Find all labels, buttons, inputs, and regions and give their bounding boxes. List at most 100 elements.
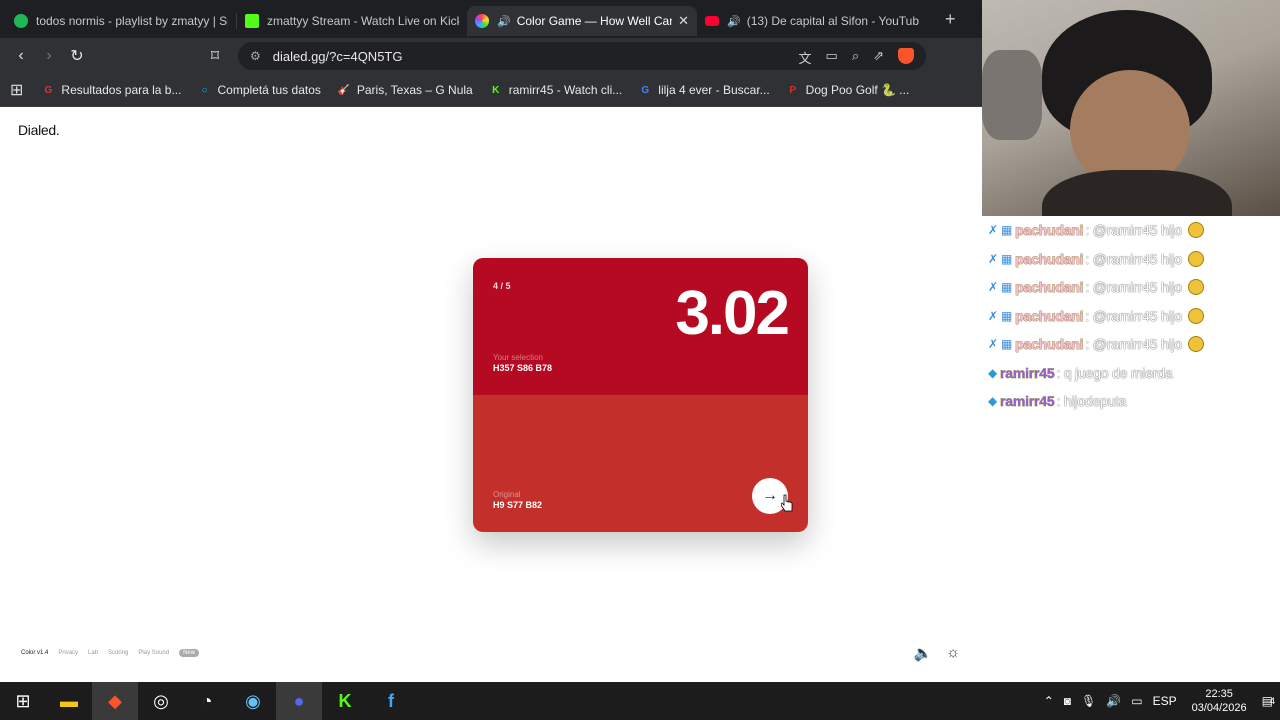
page-tools: 🔈 ☼ (914, 644, 960, 662)
google-icon: G (641, 84, 650, 96)
browser-toolbar: ‹ › ↻ ⌑ ⚙ dialed.gg/?c=4QN5TG 文 ▭ ⌕ ⇗ (0, 38, 982, 74)
file-explorer-icon[interactable]: ▬ (46, 682, 92, 720)
bookmark-label: ramirr45 - Watch cli... (508, 83, 623, 97)
chat-text: : hijodeputa (1056, 393, 1127, 410)
tab-title: Color Game — How Well Can (516, 14, 673, 28)
chat-username: ramirr45 (1000, 364, 1055, 381)
forward-icon[interactable]: › (35, 47, 63, 65)
chat-badge: ✗ ▦ (988, 223, 1013, 238)
version-label: Color v1.4 (21, 650, 49, 656)
brave-shield-icon[interactable] (898, 48, 914, 64)
steam-icon[interactable]: ◉ (230, 682, 276, 720)
url-text[interactable]: dialed.gg/?c=4QN5TG (273, 49, 403, 64)
kick-icon: K (492, 84, 500, 96)
footer-link-play-sound[interactable]: Play Sound (138, 650, 169, 656)
spotify-icon (14, 14, 28, 28)
bookmark-item[interactable]: 🎸 Paris, Texas – G Nula (337, 83, 473, 97)
bookmark-item[interactable]: K ramirr45 - Watch cli... (489, 83, 623, 97)
bookmark-item[interactable]: G lilja 4 ever - Buscar... (638, 83, 769, 97)
chat-text: : q juego de mierda (1056, 364, 1173, 381)
bookmark-icon[interactable]: ⌑ (201, 46, 229, 66)
share-icon[interactable]: ⇗ (873, 48, 884, 67)
tray-app-icon[interactable]: ◙ (1064, 694, 1071, 708)
tab-youtube[interactable]: 🔊 (13) De capital al Sifon - YouTube (697, 6, 927, 36)
microphone-icon[interactable]: 🎙 (1081, 694, 1096, 708)
kick-icon (245, 14, 259, 28)
original-label: Original (493, 490, 521, 499)
bookmarks-bar: ⊞ G Resultados para la b... ○ Completá t… (0, 74, 982, 107)
volume-icon[interactable]: 🔊 (1106, 694, 1121, 708)
youtube-icon (705, 16, 719, 26)
windows-taskbar: ⊞ ▬ ◆ ◎ ◔ ◉ ● K f ⌃ ◙ 🎙 🔊 ▭ ESP 22:35 03… (0, 682, 1280, 720)
translate-icon[interactable]: 文 (799, 48, 812, 67)
bookmark-item[interactable]: G Resultados para la b... (41, 83, 182, 97)
tab-title: todos normis - playlist by zmatyy | Sp (36, 14, 228, 28)
speaker-icon[interactable]: 🔊 (727, 15, 741, 28)
tab-title: zmattyy Stream - Watch Live on Kick (267, 14, 459, 28)
kick-app-icon[interactable]: K (322, 682, 368, 720)
footer-link-privacy[interactable]: Privacy (58, 650, 78, 656)
obs-icon[interactable]: ◎ (138, 682, 184, 720)
chat-message: ◆ ramirr45 : hijodeputa (982, 387, 1280, 416)
footer-link-lab[interactable]: Lab (88, 650, 98, 656)
clock[interactable]: 22:35 03/04/2026 (1192, 687, 1247, 715)
laughing-emoji-icon (1187, 336, 1204, 353)
tab-spotify[interactable]: todos normis - playlist by zmatyy | Sp (6, 6, 236, 36)
chat-username: pachudani (1015, 279, 1084, 296)
laughing-emoji-icon (1187, 222, 1204, 239)
circle-icon: ○ (201, 84, 208, 96)
footer-link-scoring[interactable]: Scoring (108, 650, 128, 656)
close-tab-icon[interactable]: ✕ (678, 13, 689, 29)
address-bar[interactable]: ⚙ dialed.gg/?c=4QN5TG 文 ▭ ⌕ ⇗ (238, 42, 926, 70)
windows-start-icon[interactable]: ⊞ (0, 682, 46, 720)
laughing-emoji-icon (1187, 307, 1204, 324)
chat-badge: ✗ ▦ (988, 280, 1013, 295)
score-value: 3.02 (675, 279, 790, 348)
network-icon[interactable]: ▭ (1131, 694, 1142, 708)
chat-badge: ✗ ▦ (988, 251, 1013, 266)
chat-username: pachudani (1015, 222, 1084, 239)
chat-message: ✗ ▦ pachudani : @ramirr45 hijo (982, 302, 1280, 331)
tab-color-game[interactable]: 🔊 Color Game — How Well Can ✕ (467, 6, 697, 36)
webcam-overlay (982, 0, 1280, 216)
theme-toggle-icon[interactable]: ☼ (946, 644, 960, 662)
sound-icon[interactable]: 🔈 (914, 644, 933, 662)
speaker-icon[interactable]: 🔊 (497, 15, 511, 28)
bookmark-item[interactable]: P Dog Poo Golf 🐍 ... (786, 83, 909, 97)
apps-grid-icon[interactable]: ⊞ (10, 80, 23, 100)
chat-message: ✗ ▦ pachudani : @ramirr45 hijo (982, 330, 1280, 359)
clock-app-icon[interactable]: ◔ (184, 682, 230, 720)
band-icon: 🎸 (337, 84, 351, 96)
discord-icon[interactable]: ● (276, 682, 322, 720)
selection-label: Your selection (493, 353, 543, 362)
site-logo[interactable]: Dialed. (18, 122, 60, 138)
bookmark-item[interactable]: ○ Completá tus datos (197, 83, 320, 97)
language-indicator[interactable]: ESP (1153, 694, 1177, 708)
system-tray: ⌃ ◙ 🎙 🔊 ▭ ESP 22:35 03/04/2026 ▤ 4 (1039, 682, 1280, 720)
chat-message: ◆ ramirr45 : q juego de mierda (982, 359, 1280, 388)
tab-kick[interactable]: zmattyy Stream - Watch Live on Kick (237, 6, 467, 36)
site-settings-icon[interactable]: ⚙ (250, 49, 261, 63)
chat-text: : @ramirr45 hijo (1085, 279, 1182, 296)
clock-date: 03/04/2026 (1191, 702, 1247, 714)
selection-swatch: 4 / 5 3.02 Your selection H357 S86 B78 (473, 258, 808, 395)
arrow-right-icon: → (762, 487, 778, 504)
page-content: Dialed. 4 / 5 3.02 Your selection H357 S… (0, 107, 982, 682)
chat-message: ✗ ▦ pachudani : @ramirr45 hijo (982, 216, 1280, 245)
brave-browser-icon[interactable]: ◆ (92, 682, 138, 720)
bookmark-label: Completá tus datos (217, 83, 321, 97)
reload-icon[interactable]: ↻ (63, 46, 91, 66)
streamer-shirt (1042, 170, 1232, 216)
new-tab-button[interactable]: + (945, 9, 956, 30)
game-icon: P (789, 84, 796, 96)
chevron-up-icon[interactable]: ⌃ (1044, 694, 1054, 708)
chat-overlay: ✗ ▦ pachudani : @ramirr45 hijo ✗ ▦ pachu… (982, 216, 1280, 682)
original-swatch: Original H9 S77 B82 → (473, 395, 808, 532)
chat-username: pachudani (1015, 307, 1084, 324)
back-icon[interactable]: ‹ (7, 47, 35, 65)
zoom-icon[interactable]: ⌕ (852, 48, 859, 67)
chat-message: ✗ ▦ pachudani : @ramirr45 hijo (982, 245, 1280, 274)
cast-icon[interactable]: ▭ (826, 48, 838, 67)
notepad-icon[interactable]: f (368, 682, 414, 720)
notification-count: 4 (1269, 696, 1275, 706)
